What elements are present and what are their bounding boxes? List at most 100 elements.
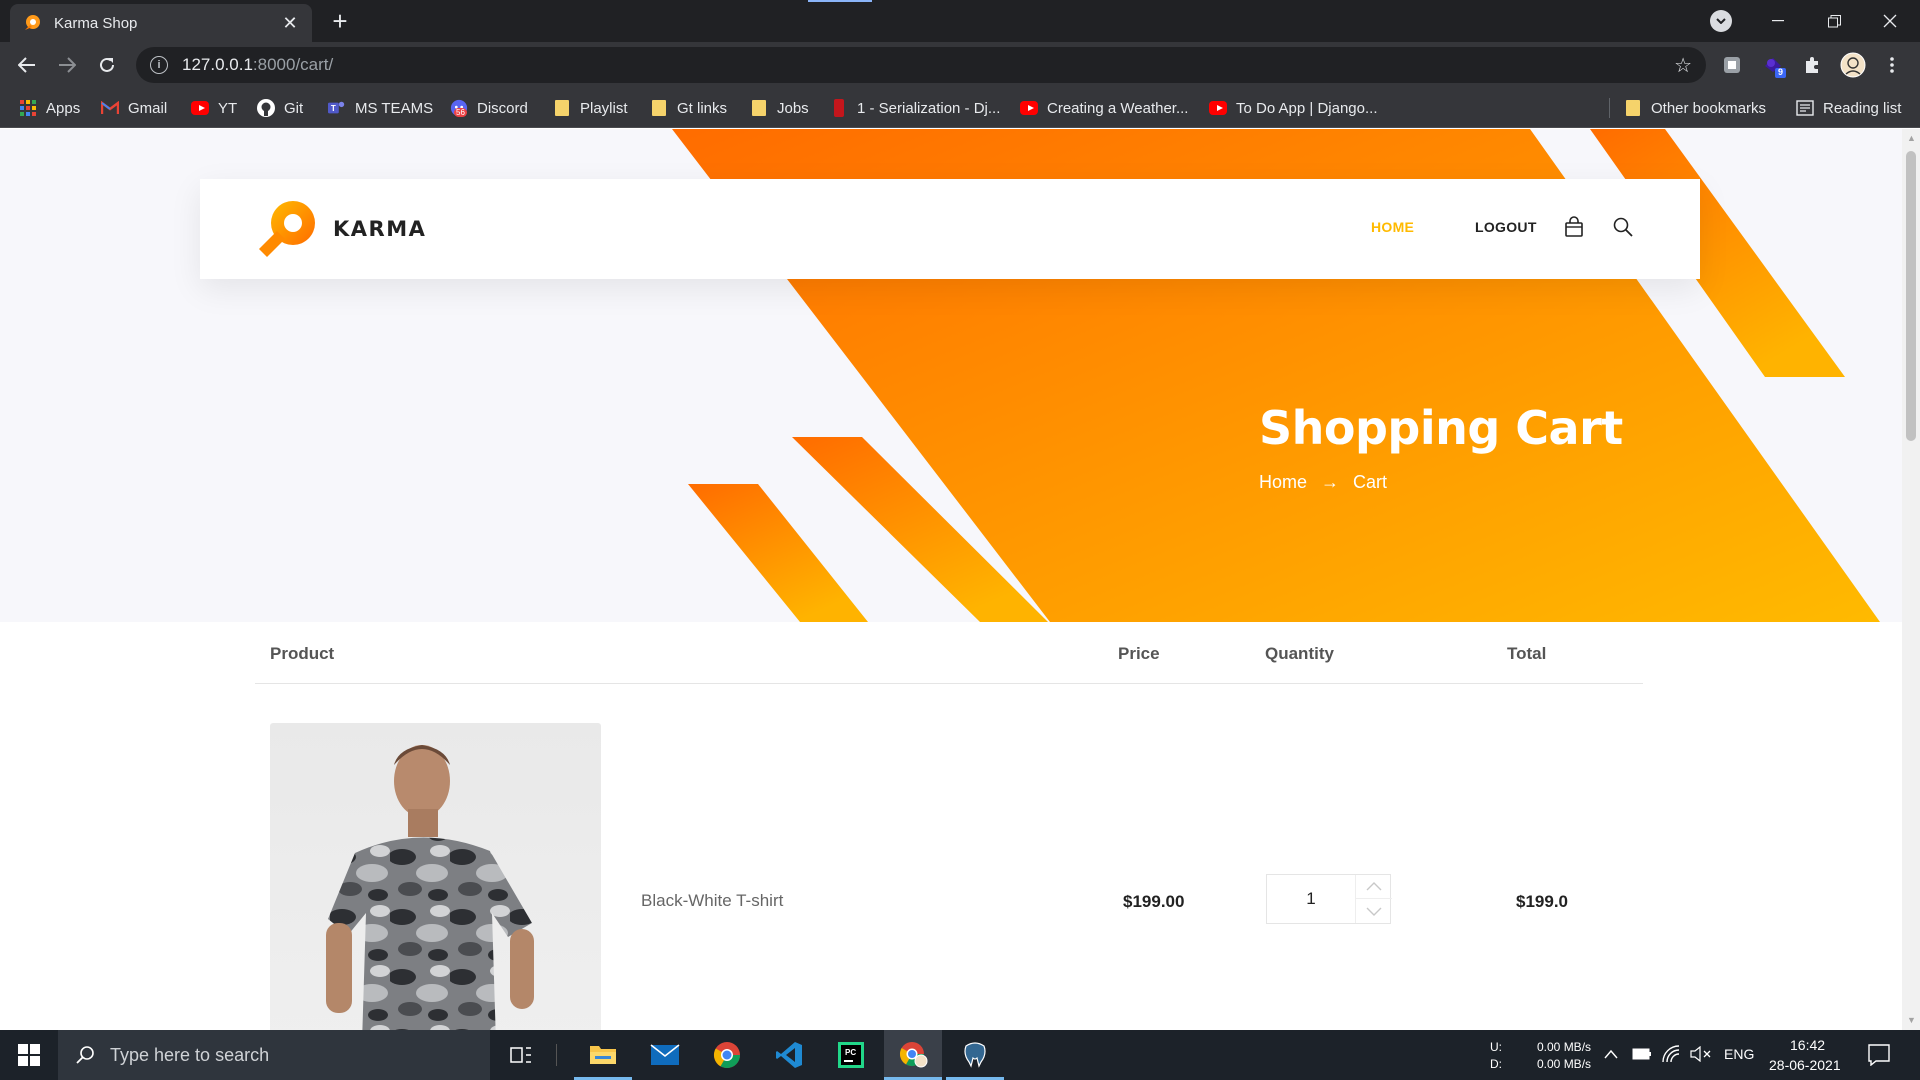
karma-logo-icon (259, 201, 315, 257)
bookmark-playlist[interactable]: Playlist (553, 88, 628, 128)
karma-favicon-icon (25, 15, 40, 30)
bookmark-label: Discord (477, 99, 528, 117)
brand-name: KARMA (333, 217, 427, 241)
chevron-up-icon[interactable] (1604, 1049, 1618, 1059)
bookmark-weather[interactable]: Creating a Weather... (1020, 88, 1188, 128)
scroll-up-icon[interactable]: ▲ (1907, 133, 1916, 143)
extensions-icon[interactable] (1798, 51, 1826, 79)
tab-search-icon[interactable] (1710, 10, 1732, 32)
forward-arrow-icon[interactable] (53, 51, 81, 79)
pycharm-icon[interactable]: PC (822, 1030, 880, 1080)
extension-badge-icon[interactable]: 9 (1760, 51, 1788, 79)
bookmark-yt[interactable]: YT (191, 88, 237, 128)
file-explorer-icon[interactable] (574, 1030, 632, 1080)
postgresql-icon[interactable] (946, 1030, 1004, 1080)
scroll-down-icon[interactable]: ▼ (1907, 1015, 1916, 1025)
increase-quantity-icon[interactable] (1356, 875, 1392, 899)
decrease-quantity-icon[interactable] (1356, 899, 1392, 923)
breadcrumb-arrow-icon: → (1321, 472, 1340, 492)
youtube-icon (1020, 99, 1038, 117)
site-info-icon[interactable]: i (150, 56, 168, 74)
bookmark-discord[interactable]: 56 Discord (450, 88, 528, 128)
task-view-icon[interactable] (492, 1030, 550, 1080)
nav-home-link[interactable]: HOME (1371, 219, 1414, 235)
vscode-icon[interactable] (760, 1030, 818, 1080)
back-arrow-icon[interactable] (13, 51, 41, 79)
bookmark-git[interactable]: Git (257, 88, 303, 128)
new-tab-button[interactable]: + (326, 8, 354, 36)
bookmark-apps[interactable]: Apps (19, 88, 80, 128)
column-header-price: Price (1118, 644, 1160, 663)
net-download-speed: 0.00 MB/s (1537, 1057, 1592, 1071)
browser-tab[interactable]: Karma Shop ✕ (10, 4, 312, 42)
column-header-quantity: Quantity (1265, 644, 1334, 663)
chrome-icon[interactable] (698, 1030, 756, 1080)
bookmark-serialization[interactable]: 1 - Serialization - Dj... (830, 88, 1000, 128)
clock-date[interactable]: 28-06-2021 (1769, 1057, 1841, 1073)
teams-icon: T (328, 99, 346, 117)
bookmark-ms-teams[interactable]: T MS TEAMS (328, 88, 433, 128)
profile-avatar[interactable] (1839, 51, 1867, 79)
youtube-icon (191, 99, 209, 117)
windows-taskbar: Type here to search PC U: D: 0.00 MB/s 0… (0, 1030, 1920, 1080)
nav-logout-link[interactable]: LOGOUT (1475, 219, 1537, 235)
bookmark-separator (1609, 98, 1610, 118)
reading-list[interactable]: Reading list (1796, 88, 1901, 128)
reload-icon[interactable] (93, 51, 121, 79)
browser-toolbar: i 127.0.0.1 :8000/cart/ ☆ 9 (0, 42, 1920, 88)
chrome-active-window-icon[interactable] (884, 1030, 942, 1080)
column-header-total: Total (1507, 644, 1547, 663)
tab-drag-indicator (808, 0, 872, 2)
youtube-icon (1209, 99, 1227, 117)
folder-icon (750, 99, 768, 117)
close-tab-icon[interactable]: ✕ (280, 13, 300, 34)
address-bar[interactable]: i 127.0.0.1 :8000/cart/ ☆ (136, 47, 1706, 83)
net-upload-label: U: (1490, 1040, 1502, 1054)
page-viewport: Shopping Cart Home → Cart KARMA HOME LOG… (0, 129, 1902, 1030)
windows-start-icon[interactable] (0, 1030, 58, 1080)
search-icon[interactable] (1612, 216, 1634, 238)
column-header-product: Product (270, 644, 335, 663)
brand-logo[interactable]: KARMA (255, 197, 426, 261)
url-host: 127.0.0.1 (182, 55, 253, 74)
folder-icon (650, 99, 668, 117)
close-window-icon[interactable] (1864, 0, 1916, 42)
product-image[interactable] (270, 723, 601, 1030)
site-header: KARMA HOME LOGOUT (200, 179, 1700, 279)
bookmark-label: Git (284, 99, 304, 117)
page-scrollbar[interactable]: ▲ ▼ (1902, 129, 1920, 1030)
extension-puzzle-icon[interactable] (1718, 51, 1746, 79)
product-photo-tshirt (326, 745, 534, 1030)
bookmark-star-icon[interactable]: ☆ (1674, 53, 1692, 78)
volume-muted-icon[interactable] (1690, 1046, 1712, 1062)
bookmark-label: Gt links (677, 99, 728, 117)
scrollbar-thumb[interactable] (1906, 151, 1916, 441)
bookmark-label: 1 - Serialization - Dj... (857, 99, 1001, 117)
bookmark-other[interactable]: Other bookmarks (1624, 88, 1766, 128)
bookmark-gt-links[interactable]: Gt links (650, 88, 727, 128)
breadcrumb-home-link[interactable]: Home (1259, 472, 1307, 493)
wifi-icon[interactable] (1662, 1045, 1680, 1063)
quantity-stepper (1266, 874, 1392, 924)
notifications-icon[interactable] (1868, 1044, 1890, 1066)
battery-icon[interactable] (1632, 1047, 1652, 1061)
tab-title: Karma Shop (54, 14, 138, 32)
shopping-bag-icon[interactable] (1563, 216, 1585, 238)
language-indicator[interactable]: ENG (1724, 1046, 1754, 1062)
bookmark-todo-app[interactable]: To Do App | Django... (1209, 88, 1377, 128)
minimize-window-icon[interactable] (1752, 0, 1804, 42)
bookmark-jobs[interactable]: Jobs (750, 88, 809, 128)
net-download-label: D: (1490, 1057, 1502, 1071)
bookmark-label: Playlist (580, 99, 628, 117)
net-upload-speed: 0.00 MB/s (1537, 1040, 1592, 1054)
breadcrumb-current: Cart (1353, 472, 1388, 492)
mail-icon[interactable] (636, 1030, 694, 1080)
taskbar-search[interactable]: Type here to search (58, 1030, 490, 1080)
bookmark-gmail[interactable]: Gmail (101, 88, 167, 128)
chrome-menu-icon[interactable] (1878, 51, 1906, 79)
restore-window-icon[interactable] (1808, 0, 1860, 42)
quantity-input[interactable] (1267, 875, 1355, 923)
product-total: $199.0 (1516, 892, 1568, 911)
clock-time[interactable]: 16:42 (1790, 1037, 1825, 1053)
bookmark-label: YT (218, 99, 238, 117)
